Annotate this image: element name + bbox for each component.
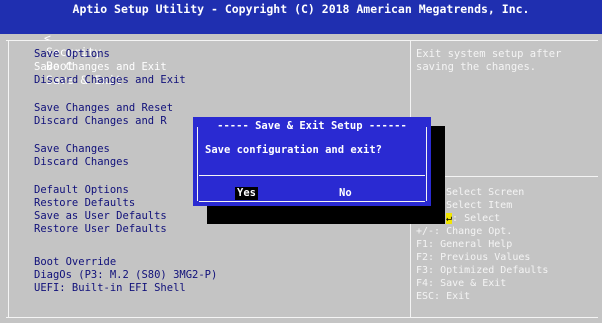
boot-override-heading: Boot Override: [34, 256, 117, 268]
frame-bottom-border: [6, 317, 598, 318]
frame-top-border: [6, 40, 598, 41]
discard-changes-and-reset-item[interactable]: Discard Changes and R: [34, 115, 167, 128]
dialog-shadow-right: [431, 126, 445, 224]
legend-general-help: F1: General Help: [416, 239, 513, 250]
help-text-line-2: saving the changes.: [416, 61, 537, 73]
save-options-heading: Save Options: [34, 48, 110, 60]
utility-title: Aptio Setup Utility - Copyright (C) 2018…: [72, 2, 530, 16]
frame-left-border: [8, 40, 9, 318]
dialog-message: Save configuration and exit?: [205, 144, 383, 156]
dialog-title-text: Save & Exit Setup: [255, 120, 363, 132]
legend-optimized-defaults: F3: Optimized Defaults: [416, 265, 549, 276]
discard-changes-item[interactable]: Discard Changes: [34, 156, 129, 169]
save-as-user-defaults-item[interactable]: Save as User Defaults: [34, 210, 167, 223]
legend-change-opt: +/-: Change Opt.: [416, 226, 513, 237]
save-exit-dialog: ----- Save & Exit Setup ------ Save conf…: [193, 117, 431, 206]
boot-option-diagos-item[interactable]: DiagOs (P3: M.2 (S80) 3MG2-P): [34, 269, 217, 282]
legend-esc-exit: ESC: Exit: [416, 291, 471, 302]
dialog-bottom-border: [199, 201, 425, 202]
tab-bar: < Security Boot Save & Exit: [6, 19, 125, 87]
legend-select-label: : Select: [452, 213, 501, 224]
dialog-left-border: [197, 127, 198, 201]
restore-defaults-item[interactable]: Restore Defaults: [34, 197, 135, 210]
help-text-line-1: Exit system setup after: [416, 48, 562, 60]
legend-select-screen: Select Screen: [446, 187, 525, 198]
save-changes-item[interactable]: Save Changes: [34, 143, 110, 156]
dialog-shadow-bottom: [207, 206, 433, 224]
dialog-title: ----- Save & Exit Setup ------: [217, 120, 407, 132]
bios-screen: Aptio Setup Utility - Copyright (C) 2018…: [0, 0, 602, 323]
dialog-separator: [199, 175, 425, 176]
no-button[interactable]: No: [337, 187, 354, 200]
yes-button[interactable]: Yes: [235, 187, 258, 200]
header-bar: Aptio Setup Utility - Copyright (C) 2018…: [0, 0, 602, 87]
save-changes-and-reset-item[interactable]: Save Changes and Reset: [34, 102, 173, 115]
legend-save-exit: F4: Save & Exit: [416, 278, 507, 289]
tab-scroll-left-icon[interactable]: <: [44, 31, 51, 45]
discard-changes-and-exit-item[interactable]: Discard Changes and Exit: [34, 74, 186, 87]
restore-user-defaults-item[interactable]: Restore User Defaults: [34, 223, 167, 236]
legend-previous-values: F2: Previous Values: [416, 252, 531, 263]
default-options-heading: Default Options: [34, 184, 129, 196]
boot-option-efi-shell-item[interactable]: UEFI: Built-in EFI Shell: [34, 282, 186, 295]
dialog-right-border: [426, 127, 427, 201]
legend-select-item: Select Item: [446, 200, 513, 211]
save-changes-and-exit-item[interactable]: Save Changes and Exit: [34, 61, 167, 74]
